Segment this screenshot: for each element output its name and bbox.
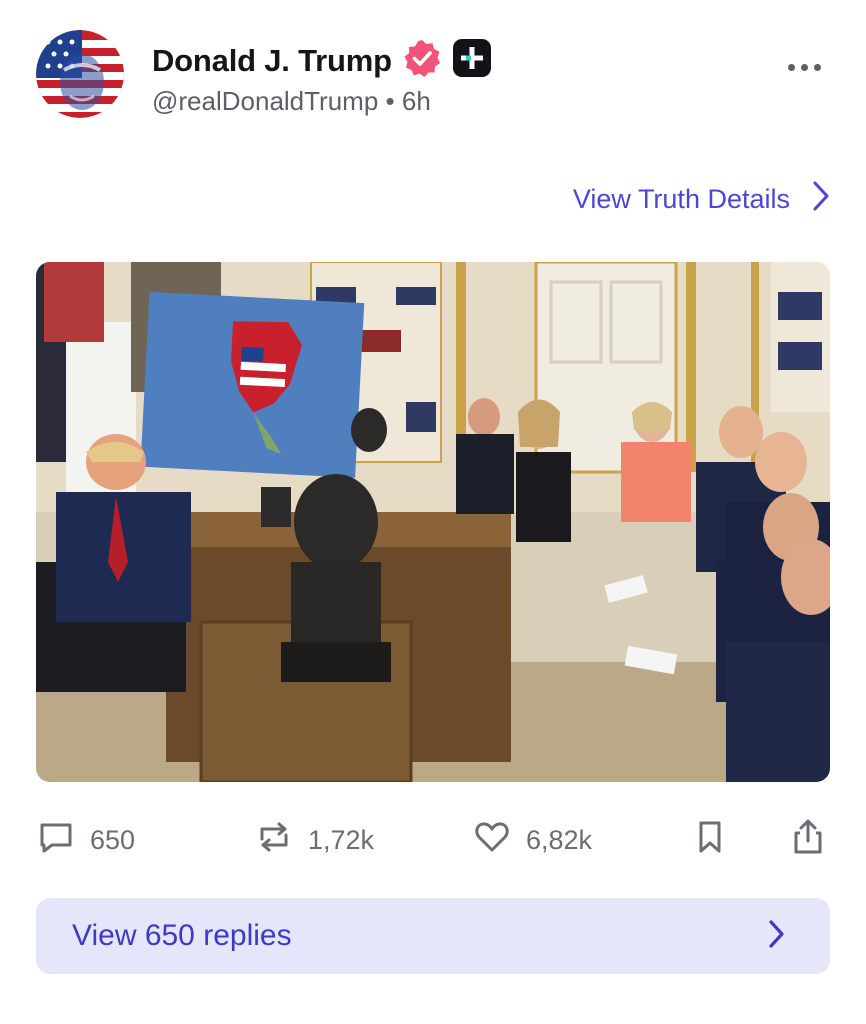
verified-badge-icon: [402, 38, 442, 83]
post-time: 6h: [401, 86, 431, 116]
share-button[interactable]: [788, 818, 828, 862]
like-button[interactable]: 6,82k: [472, 818, 592, 862]
author-handle[interactable]: @realDonaldTrump: [152, 86, 378, 116]
view-truth-details-label: View Truth Details: [572, 184, 790, 214]
post-image[interactable]: [36, 262, 830, 782]
author-name[interactable]: Donald J. Trump: [152, 43, 392, 79]
view-truth-details-link[interactable]: View Truth Details: [573, 180, 830, 219]
action-bar: 650 1,72k 6,82k: [36, 818, 830, 862]
retruth-button[interactable]: 1,72k: [254, 818, 374, 862]
bookmark-button[interactable]: [690, 818, 730, 862]
author-meta: @realDonaldTrump • 6h: [152, 86, 431, 117]
chevron-right-icon: [812, 180, 830, 219]
view-replies-button[interactable]: View 650 replies: [36, 898, 830, 974]
heart-icon: [472, 817, 512, 864]
like-count: 6,82k: [526, 824, 593, 855]
more-options-icon[interactable]: [788, 64, 828, 78]
truth-plus-icon: [452, 38, 492, 83]
chevron-right-icon: [768, 919, 786, 954]
meta-separator: •: [385, 86, 395, 116]
post-header: Donald J. Trump @realDonaldTrump • 6h: [36, 30, 836, 122]
avatar[interactable]: [36, 30, 124, 118]
repost-icon: [254, 817, 294, 864]
reply-button[interactable]: 650: [36, 818, 135, 862]
comment-icon: [36, 817, 76, 864]
reply-count: 650: [90, 824, 136, 855]
share-icon: [788, 817, 828, 864]
view-replies-label: View 650 replies: [72, 919, 292, 952]
bookmark-icon: [690, 817, 730, 864]
retruth-count: 1,72k: [308, 824, 375, 855]
